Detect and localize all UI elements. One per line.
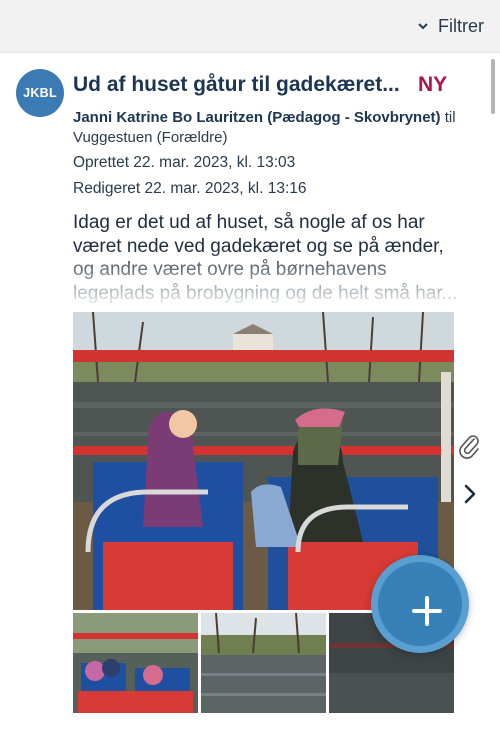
avatar: JKBL — [16, 69, 64, 117]
plus-icon — [412, 596, 442, 626]
chevron-down-icon — [418, 23, 428, 30]
top-bar: Filtrer — [0, 0, 500, 53]
author-name: Janni Katrine Bo Lauritzen (Pædagog - Sk… — [73, 109, 441, 126]
filter-label: Filtrer — [438, 15, 484, 36]
filter-button[interactable]: Filtrer — [416, 14, 484, 38]
recipient: Vuggestuen (Forældre) — [73, 129, 228, 146]
fab-inner — [378, 562, 462, 646]
edited-date: Redigeret 22. mar. 2023, kl. 13:16 — [73, 180, 307, 197]
post-title[interactable]: Ud af huset gåtur til gadekæret... — [73, 73, 413, 97]
to-word: til — [444, 109, 456, 126]
thumbnail-1[interactable] — [73, 613, 198, 713]
chevron-right-icon[interactable] — [459, 481, 481, 507]
author-line: Janni Katrine Bo Lauritzen (Pædagog - Sk… — [73, 108, 463, 148]
text-fade — [73, 249, 458, 305]
paperclip-icon[interactable] — [458, 433, 480, 459]
add-post-button[interactable] — [371, 555, 469, 653]
thumbnail-2[interactable] — [201, 613, 326, 713]
created-date: Oprettet 22. mar. 2023, kl. 13:03 — [73, 154, 296, 171]
new-badge: NY — [418, 73, 448, 96]
scrollbar[interactable] — [491, 59, 495, 114]
